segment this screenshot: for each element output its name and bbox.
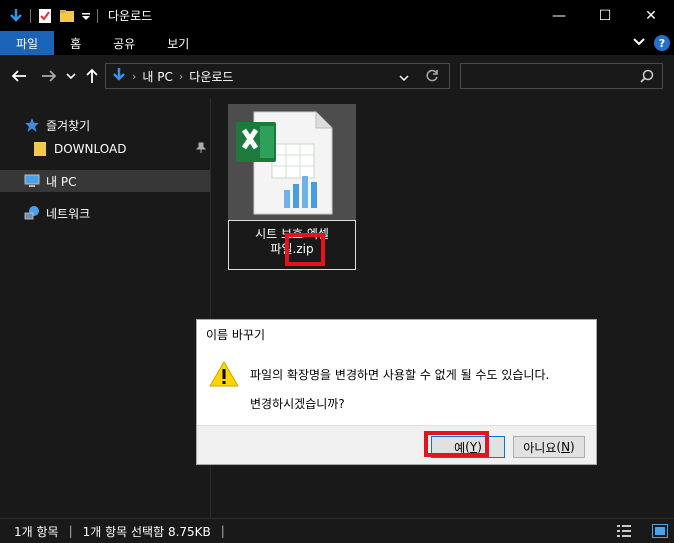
- forward-button[interactable]: [40, 66, 58, 86]
- tab-home[interactable]: 홈: [54, 31, 97, 55]
- expand-ribbon-icon[interactable]: [632, 36, 646, 50]
- refresh-icon[interactable]: [425, 69, 439, 86]
- title-bar: 다운로드 — ☐ ✕: [0, 0, 674, 31]
- extension-highlight-box: [285, 233, 325, 266]
- computer-icon: [24, 173, 40, 189]
- nav-item-label: 내 PC: [46, 174, 77, 189]
- ribbon-tabs: 파일 홈 공유 보기 ?: [0, 31, 674, 55]
- window-title: 다운로드: [108, 9, 153, 23]
- nav-item-favorites[interactable]: 즐겨찾기: [0, 114, 210, 136]
- back-button[interactable]: [10, 66, 28, 86]
- dialog-footer: 예(Y) 아니요(N): [197, 425, 596, 464]
- navigation-pane: 즐겨찾기 DOWNLOAD 내 PC 네트워크: [0, 98, 211, 518]
- nav-item-label: 네트워크: [46, 206, 91, 221]
- breadcrumb-separator: ›: [132, 69, 137, 83]
- help-button[interactable]: ?: [654, 35, 670, 51]
- details-view-icon[interactable]: [616, 524, 632, 538]
- search-icon: [640, 69, 654, 86]
- breadcrumb-downloads[interactable]: 다운로드: [189, 68, 233, 85]
- new-folder-icon[interactable]: [59, 8, 75, 24]
- properties-icon[interactable]: [37, 8, 53, 24]
- no-button-label: 아니요: [523, 440, 557, 455]
- folder-icon: [32, 141, 48, 157]
- download-arrow-icon[interactable]: [8, 8, 24, 24]
- quick-access-toolbar: 다운로드: [0, 0, 152, 31]
- no-button[interactable]: 아니요(N): [513, 436, 585, 458]
- minimize-button[interactable]: —: [536, 0, 582, 31]
- tab-share[interactable]: 공유: [97, 31, 151, 55]
- tab-file[interactable]: 파일: [0, 31, 55, 55]
- maximize-button[interactable]: ☐: [582, 0, 628, 31]
- network-icon: [24, 205, 40, 221]
- breadcrumb-separator: ›: [178, 69, 184, 83]
- status-item-count: 1개 항목: [14, 524, 59, 539]
- no-accelerator: N: [561, 440, 571, 454]
- nav-item-this-pc[interactable]: 내 PC: [0, 170, 210, 192]
- back-arrow-icon: [11, 70, 26, 82]
- toolbar-separator: [97, 8, 98, 23]
- rename-confirm-dialog: 이름 바꾸기 파일의 확장명을 변경하면 사용할 수 없게 될 수도 있습니다.…: [196, 319, 597, 465]
- large-icons-view-icon[interactable]: [652, 524, 668, 538]
- status-separator: |: [220, 524, 225, 538]
- up-arrow-icon: [86, 68, 98, 83]
- address-dropdown-icon[interactable]: [399, 71, 409, 85]
- close-button[interactable]: ✕: [628, 0, 674, 31]
- breadcrumb-this-pc[interactable]: 내 PC: [142, 68, 172, 85]
- forward-arrow-icon: [42, 70, 57, 82]
- status-selection: 1개 항목 선택함 8.75KB: [82, 524, 211, 539]
- search-input[interactable]: [460, 63, 663, 89]
- toolbar-separator: [30, 8, 31, 23]
- tab-view[interactable]: 보기: [151, 31, 205, 55]
- status-bar: 1개 항목 | 1개 항목 선택함 8.75KB |: [0, 518, 674, 543]
- dialog-question: 변경하시겠습니까?: [250, 397, 345, 411]
- star-icon: [24, 117, 40, 133]
- address-row: › 내 PC › 다운로드: [0, 55, 674, 98]
- nav-item-network[interactable]: 네트워크: [0, 202, 210, 224]
- up-button[interactable]: [84, 66, 100, 86]
- nav-item-download-folder[interactable]: DOWNLOAD: [0, 138, 210, 160]
- pin-icon[interactable]: [195, 142, 207, 157]
- file-selection-highlight: [228, 104, 356, 220]
- nav-item-label: DOWNLOAD: [54, 142, 127, 156]
- status-separator: |: [68, 524, 73, 538]
- excel-file-icon: [236, 111, 333, 215]
- warning-icon: [209, 360, 239, 391]
- dialog-title: 이름 바꾸기: [206, 328, 266, 342]
- yes-button-highlight-box: [424, 431, 489, 457]
- download-location-icon: [112, 67, 126, 86]
- customize-toolbar-icon[interactable]: [81, 8, 91, 24]
- address-bar[interactable]: › 내 PC › 다운로드: [105, 63, 450, 89]
- dialog-message: 파일의 확장명을 변경하면 사용할 수 없게 될 수도 있습니다.: [250, 368, 550, 382]
- chevron-down-icon: [66, 73, 76, 80]
- recent-locations-button[interactable]: [65, 66, 77, 86]
- nav-item-label: 즐겨찾기: [46, 118, 91, 133]
